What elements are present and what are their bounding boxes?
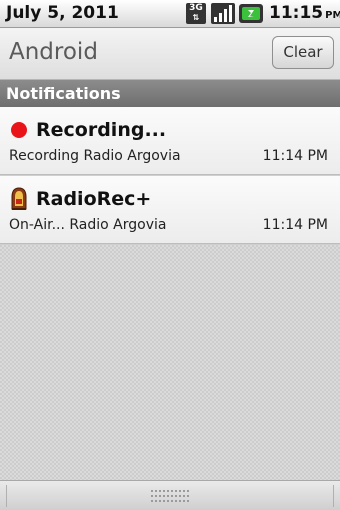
notification-time: 11:14 PM — [262, 148, 328, 164]
notifications-section-header: Notifications — [0, 80, 340, 107]
status-time: 11:15 PM — [269, 3, 340, 23]
notification-time: 11:14 PM — [262, 217, 328, 233]
notification-item-radiorec[interactable]: RadioRec+ On-Air... Radio Argovia 11:14 … — [0, 176, 340, 244]
network-3g-icon: 3G ⇅ — [186, 3, 206, 24]
clear-button[interactable]: Clear — [272, 36, 334, 69]
empty-notification-area — [0, 245, 340, 480]
grip-dots-icon — [151, 490, 189, 502]
carrier-title: Android — [9, 39, 98, 65]
handle-divider — [333, 485, 334, 507]
shade-drag-handle[interactable] — [0, 480, 340, 510]
radio-app-icon — [11, 187, 27, 210]
notification-text: Recording Radio Argovia — [9, 148, 181, 164]
battery-icon — [239, 4, 263, 23]
notification-header: Android Clear — [0, 28, 340, 80]
signal-icon — [211, 3, 235, 24]
notification-text: On-Air... Radio Argovia — [9, 217, 167, 233]
time-ampm: PM — [325, 10, 340, 21]
status-date: July 5, 2011 — [6, 3, 119, 23]
notification-item-recording[interactable]: Recording... Recording Radio Argovia 11:… — [0, 107, 340, 175]
handle-divider — [6, 485, 7, 507]
notification-title: Recording... — [36, 119, 167, 141]
time-value: 11:15 — [269, 3, 324, 23]
network-label: 3G — [189, 3, 203, 13]
notification-title: RadioRec+ — [36, 188, 152, 210]
record-dot-icon — [11, 122, 27, 138]
status-bar[interactable]: July 5, 2011 3G ⇅ 11:15 PM — [0, 0, 340, 28]
